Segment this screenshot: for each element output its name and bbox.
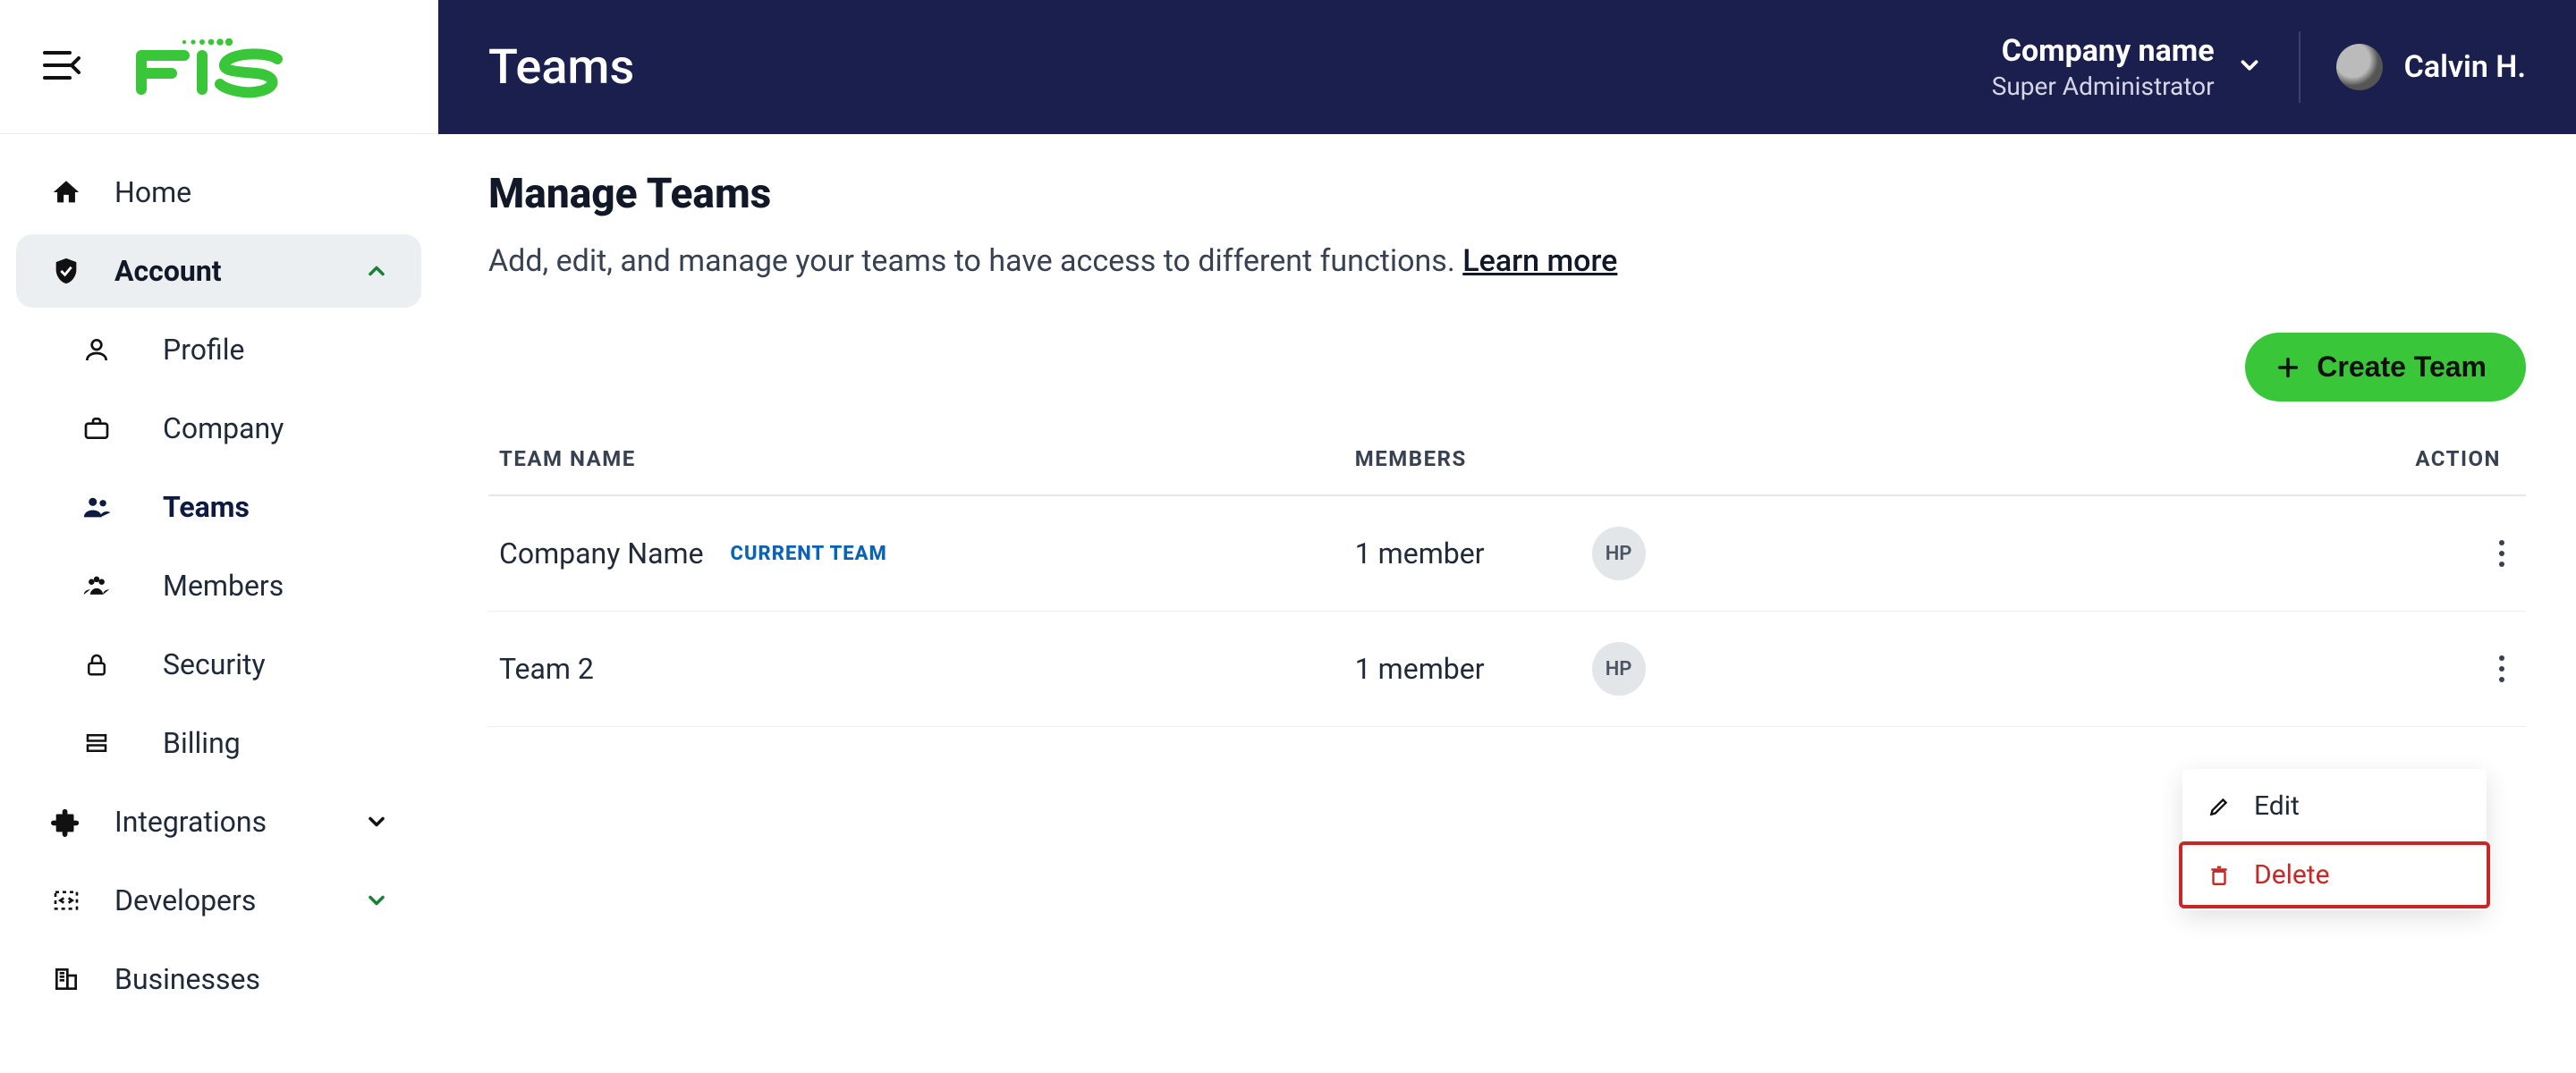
sidebar-item-developers[interactable]: Developers — [16, 864, 421, 937]
company-name: Company name — [1992, 32, 2215, 71]
trash-icon — [2207, 863, 2231, 888]
shield-check-icon — [48, 256, 84, 286]
lock-icon — [79, 650, 114, 679]
col-team-name: TEAM NAME — [488, 423, 1344, 495]
team-name: Company Name — [499, 536, 704, 570]
fis-logo-icon — [134, 36, 286, 98]
row-actions-button[interactable] — [2488, 645, 2515, 693]
sidebar: Home Account Profile — [0, 0, 438, 1073]
menu-item-edit[interactable]: Edit — [2182, 774, 2487, 838]
create-team-button[interactable]: Create Team — [2245, 333, 2526, 401]
sidebar-item-security[interactable]: Security — [16, 628, 421, 701]
sidebar-nav: Home Account Profile — [0, 134, 437, 1016]
sidebar-item-integrations[interactable]: Integrations — [16, 785, 421, 858]
menu-item-label: Delete — [2254, 859, 2330, 891]
menu-item-delete[interactable]: Delete — [2179, 841, 2490, 908]
member-avatar: HP — [1592, 642, 1646, 696]
menu-item-label: Edit — [2254, 790, 2300, 822]
sidebar-item-label: Company — [163, 411, 284, 445]
avatar — [2336, 44, 2383, 90]
puzzle-icon — [48, 807, 84, 837]
company-switcher[interactable]: Company name Super Administrator — [1992, 32, 2263, 102]
sidebar-item-account[interactable]: Account — [16, 234, 421, 308]
col-members: MEMBERS — [1344, 423, 2282, 495]
pencil-icon — [2207, 795, 2231, 818]
sidebar-item-company[interactable]: Company — [16, 392, 421, 465]
sidebar-item-label: Integrations — [114, 805, 267, 839]
sidebar-item-teams[interactable]: Teams — [16, 470, 421, 544]
sidebar-item-billing[interactable]: Billing — [16, 706, 421, 780]
learn-more-link[interactable]: Learn more — [1462, 243, 1617, 279]
col-action: ACTION — [2282, 423, 2526, 495]
layers-icon — [79, 730, 114, 756]
current-team-badge: CURRENT TEAM — [731, 543, 887, 565]
content: Manage Teams Add, edit, and manage your … — [438, 134, 2576, 763]
user-menu[interactable]: Calvin H. — [2336, 44, 2526, 90]
code-box-icon — [48, 886, 84, 915]
row-actions-button[interactable] — [2488, 529, 2515, 578]
topbar-title: Teams — [488, 39, 634, 96]
sidebar-item-home[interactable]: Home — [16, 156, 421, 229]
sidebar-item-label: Home — [114, 175, 191, 209]
teams-table: TEAM NAME MEMBERS ACTION Company Name CU… — [488, 423, 2526, 727]
menu-toggle-button[interactable] — [43, 49, 80, 85]
main: Teams Company name Super Administrator C… — [438, 0, 2576, 1073]
chevron-up-icon — [364, 258, 389, 283]
chevron-down-icon — [364, 888, 389, 913]
sidebar-item-businesses[interactable]: Businesses — [16, 942, 421, 1016]
sidebar-item-label: Developers — [114, 883, 256, 917]
menu-collapse-icon — [43, 49, 80, 81]
home-icon — [48, 177, 84, 207]
sidebar-item-label: Businesses — [114, 962, 260, 996]
sidebar-item-profile[interactable]: Profile — [16, 313, 421, 386]
sidebar-item-label: Profile — [163, 333, 244, 367]
more-vertical-icon — [2497, 654, 2506, 684]
chevron-down-icon — [364, 809, 389, 834]
person-icon — [79, 335, 114, 364]
user-name: Calvin H. — [2404, 49, 2526, 85]
create-team-label: Create Team — [2317, 351, 2487, 384]
brand-logo[interactable] — [134, 36, 286, 98]
sidebar-item-label: Security — [163, 647, 266, 681]
briefcase-icon — [79, 414, 114, 443]
company-block: Company name Super Administrator — [1992, 32, 2215, 102]
page-title: Manage Teams — [488, 170, 2526, 218]
team-name: Team 2 — [499, 652, 594, 686]
group-icon — [79, 570, 114, 601]
table-row: Company Name CURRENT TEAM 1 member HP — [488, 495, 2526, 612]
chevron-down-icon — [2236, 52, 2263, 82]
sidebar-item-members[interactable]: Members — [16, 549, 421, 622]
member-avatar: HP — [1592, 527, 1646, 580]
sidebar-top — [0, 0, 437, 134]
building-icon — [48, 965, 84, 993]
more-vertical-icon — [2497, 538, 2506, 569]
sidebar-item-label: Teams — [163, 490, 250, 524]
people-icon — [79, 492, 114, 522]
members-count: 1 member — [1355, 652, 1485, 686]
sidebar-item-label: Account — [114, 254, 222, 288]
page-subtitle: Add, edit, and manage your teams to have… — [488, 243, 2526, 279]
members-count: 1 member — [1355, 536, 1485, 570]
table-row: Team 2 1 member HP — [488, 612, 2526, 727]
sidebar-item-label: Members — [163, 569, 284, 603]
sidebar-item-label: Billing — [163, 726, 241, 760]
topbar: Teams Company name Super Administrator C… — [438, 0, 2576, 134]
plus-icon — [2275, 355, 2301, 380]
company-role: Super Administrator — [1992, 71, 2215, 102]
topbar-divider — [2299, 31, 2301, 103]
row-actions-menu: Edit Delete — [2182, 769, 2487, 910]
page-subtitle-text: Add, edit, and manage your teams to have… — [488, 243, 1462, 279]
